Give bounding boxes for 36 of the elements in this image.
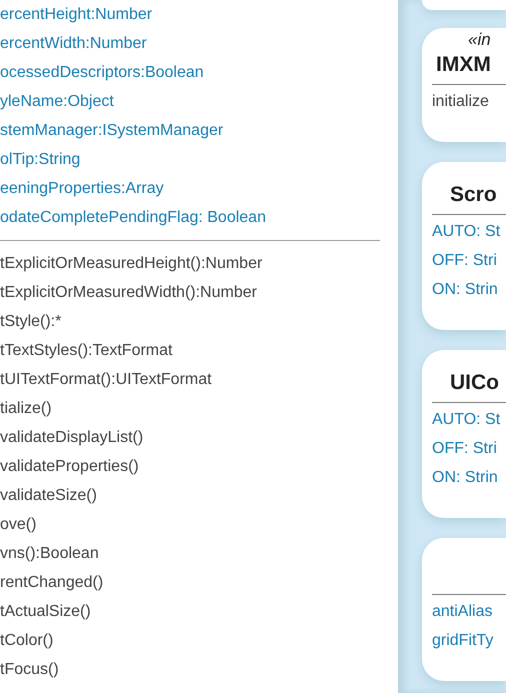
method-text: vns():Boolean: [0, 544, 100, 564]
method-text: tActualSize(): [0, 602, 92, 622]
method-text: tExplicitOrMeasuredWidth():Number: [0, 283, 258, 303]
method-text: tExplicitOrMeasuredHeight():Number: [0, 254, 264, 274]
method-text: validateProperties(): [0, 457, 140, 477]
method-text: tTextStyles():TextFormat: [0, 341, 174, 361]
method-text: validateSize(): [0, 486, 98, 506]
attribute-text: ON: Strin: [432, 280, 499, 300]
method-text: rentChanged(): [0, 573, 104, 593]
stereotype-text: «in: [467, 30, 492, 50]
attribute-text: gridFitTy: [432, 631, 494, 651]
attribute-text: OFF: Stri: [432, 439, 498, 459]
attribute-text: stemManager:ISystemManager: [0, 121, 224, 141]
class-name: IMXM: [436, 52, 491, 78]
attribute-text: eeningProperties:Array: [0, 179, 165, 199]
attribute-text: ocessedDescriptors:Boolean: [0, 63, 205, 83]
attribute-text: antiAlias: [432, 602, 494, 622]
attribute-text: AUTO: St: [432, 222, 502, 242]
method-text: initialize: [432, 92, 490, 112]
method-text: tialize(): [0, 399, 53, 419]
attribute-text: olTip:String: [0, 150, 82, 170]
attribute-text: yleName:Object: [0, 92, 115, 112]
attribute-text: OFF: Stri: [432, 251, 498, 271]
attribute-text: ercentWidth:Number: [0, 34, 148, 54]
method-text: tStyle():*: [0, 312, 62, 332]
method-text: ove(): [0, 515, 38, 535]
attribute-text: odateCompletePendingFlag: Boolean: [0, 208, 267, 228]
attribute-text: ercentHeight:Number: [0, 5, 154, 25]
attribute-text: AUTO: St: [432, 410, 502, 430]
method-text: tColor(): [0, 631, 54, 651]
method-text: tUITextFormat():UITextFormat: [0, 370, 213, 390]
class-name: Scro: [450, 182, 497, 208]
method-text: validateDisplayList(): [0, 428, 144, 448]
attribute-text: ON: Strin: [432, 468, 499, 488]
class-name: UICo: [450, 370, 499, 396]
method-text: tFocus(): [0, 660, 60, 680]
